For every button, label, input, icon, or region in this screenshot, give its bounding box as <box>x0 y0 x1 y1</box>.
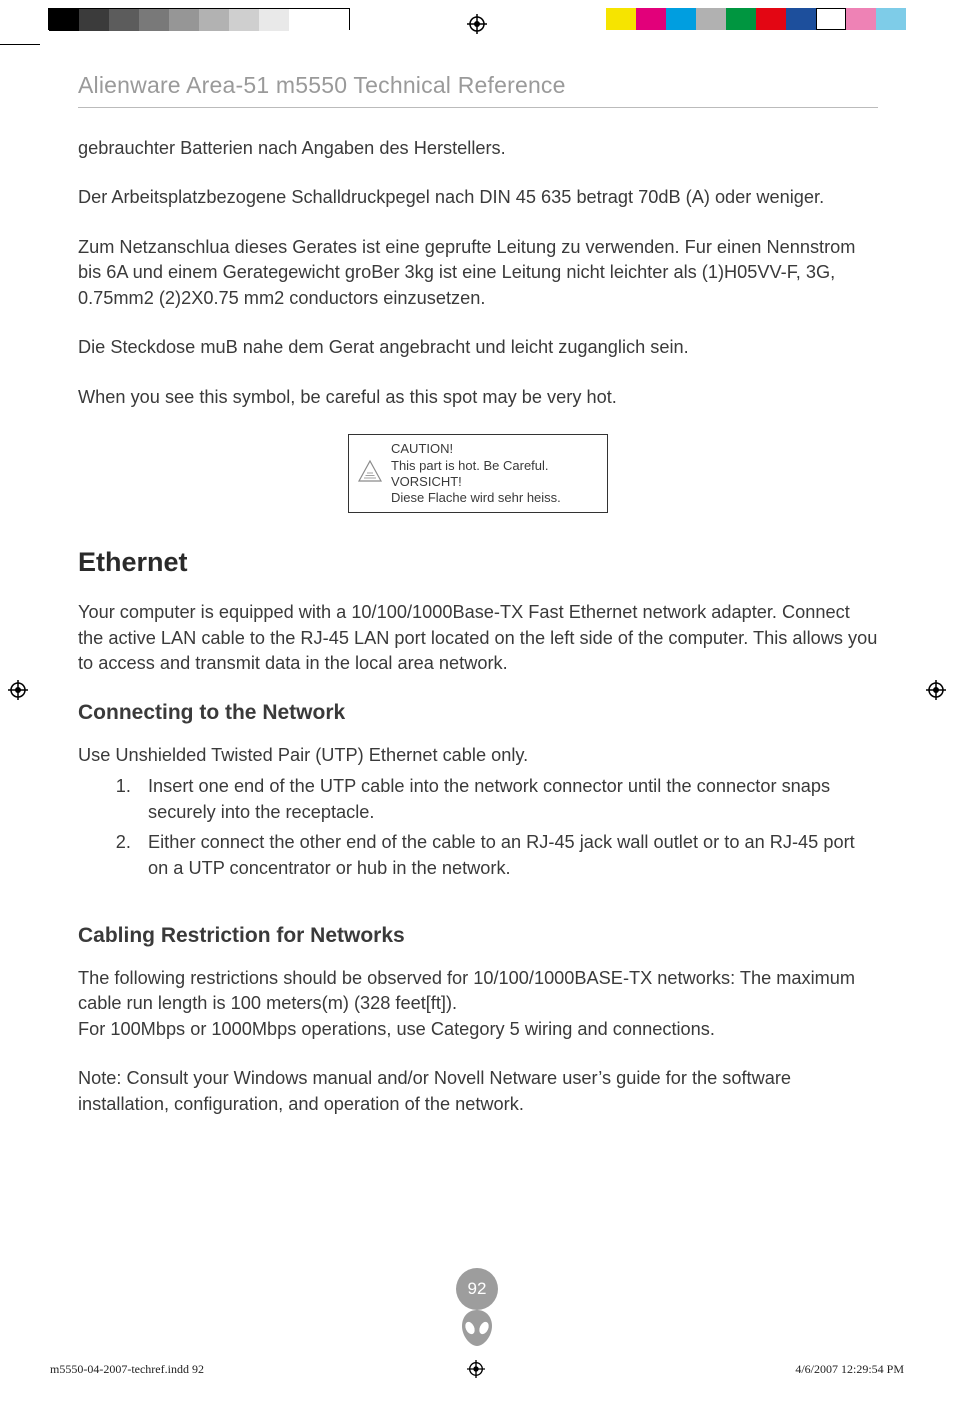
crop-mark <box>0 44 40 45</box>
steps-list: Insert one end of the UTP cable into the… <box>136 774 878 881</box>
list-item: Either connect the other end of the cabl… <box>136 830 878 882</box>
color-swatches <box>606 8 906 30</box>
grayscale-swatches <box>48 8 350 30</box>
body-paragraph: Use Unshielded Twisted Pair (UTP) Ethern… <box>78 743 878 768</box>
print-footer: m5550-04-2007-techref.indd 92 4/6/2007 1… <box>50 1362 904 1377</box>
body-paragraph: For 100Mbps or 1000Mbps operations, use … <box>78 1017 878 1042</box>
swatch <box>756 8 786 30</box>
registration-mark-icon <box>8 680 28 700</box>
swatch <box>726 8 756 30</box>
caution-callout: CAUTION! This part is hot. Be Careful. V… <box>348 434 608 513</box>
body-paragraph: The following restrictions should be obs… <box>78 966 878 1017</box>
body-paragraph: Die Steckdose muB nahe dem Gerat angebra… <box>78 335 878 360</box>
alienware-logo-icon <box>456 1308 498 1353</box>
swatch <box>199 9 229 31</box>
swatch <box>696 8 726 30</box>
swatch <box>139 9 169 31</box>
swatch <box>636 8 666 30</box>
subheading-cabling: Cabling Restriction for Networks <box>78 924 878 948</box>
body-paragraph: When you see this symbol, be careful as … <box>78 385 878 410</box>
footer-timestamp: 4/6/2007 12:29:54 PM <box>795 1362 904 1377</box>
swatch <box>259 9 289 31</box>
swatch <box>229 9 259 31</box>
swatch <box>876 8 906 30</box>
list-item: Insert one end of the UTP cable into the… <box>136 774 878 826</box>
swatch <box>666 8 696 30</box>
body-paragraph: gebrauchter Batterien nach Angaben des H… <box>78 136 878 161</box>
swatch <box>79 9 109 31</box>
subheading-connecting: Connecting to the Network <box>78 701 878 725</box>
registration-mark-icon <box>467 14 487 34</box>
swatch <box>816 8 846 30</box>
swatch <box>289 9 319 31</box>
registration-mark-icon <box>467 1360 487 1380</box>
caution-line: VORSICHT! <box>391 474 561 490</box>
caution-line: This part is hot. Be Careful. <box>391 458 561 474</box>
swatch <box>606 8 636 30</box>
page-title: Alienware Area-51 m5550 Technical Refere… <box>78 72 878 108</box>
body-paragraph: Der Arbeitsplatzbezogene Schalldruckpege… <box>78 185 878 210</box>
page-number: 92 <box>456 1268 498 1310</box>
swatch <box>49 9 79 31</box>
swatch <box>846 8 876 30</box>
caution-line: Diese Flache wird sehr heiss. <box>391 490 561 506</box>
note-paragraph: Note: Consult your Windows manual and/or… <box>78 1066 878 1117</box>
warning-triangle-icon <box>357 459 383 488</box>
swatch <box>319 9 349 31</box>
registration-mark-icon <box>926 680 946 700</box>
page-number-badge: 92 <box>456 1268 498 1353</box>
swatch <box>169 9 199 31</box>
swatch <box>786 8 816 30</box>
body-paragraph: Zum Netzanschlua dieses Gerates ist eine… <box>78 235 878 311</box>
section-heading-ethernet: Ethernet <box>78 547 878 578</box>
body-paragraph: Your computer is equipped with a 10/100/… <box>78 600 878 676</box>
print-calibration-bars <box>0 8 954 38</box>
swatch <box>109 9 139 31</box>
caution-line: CAUTION! <box>391 441 561 457</box>
footer-filename: m5550-04-2007-techref.indd 92 <box>50 1362 204 1377</box>
